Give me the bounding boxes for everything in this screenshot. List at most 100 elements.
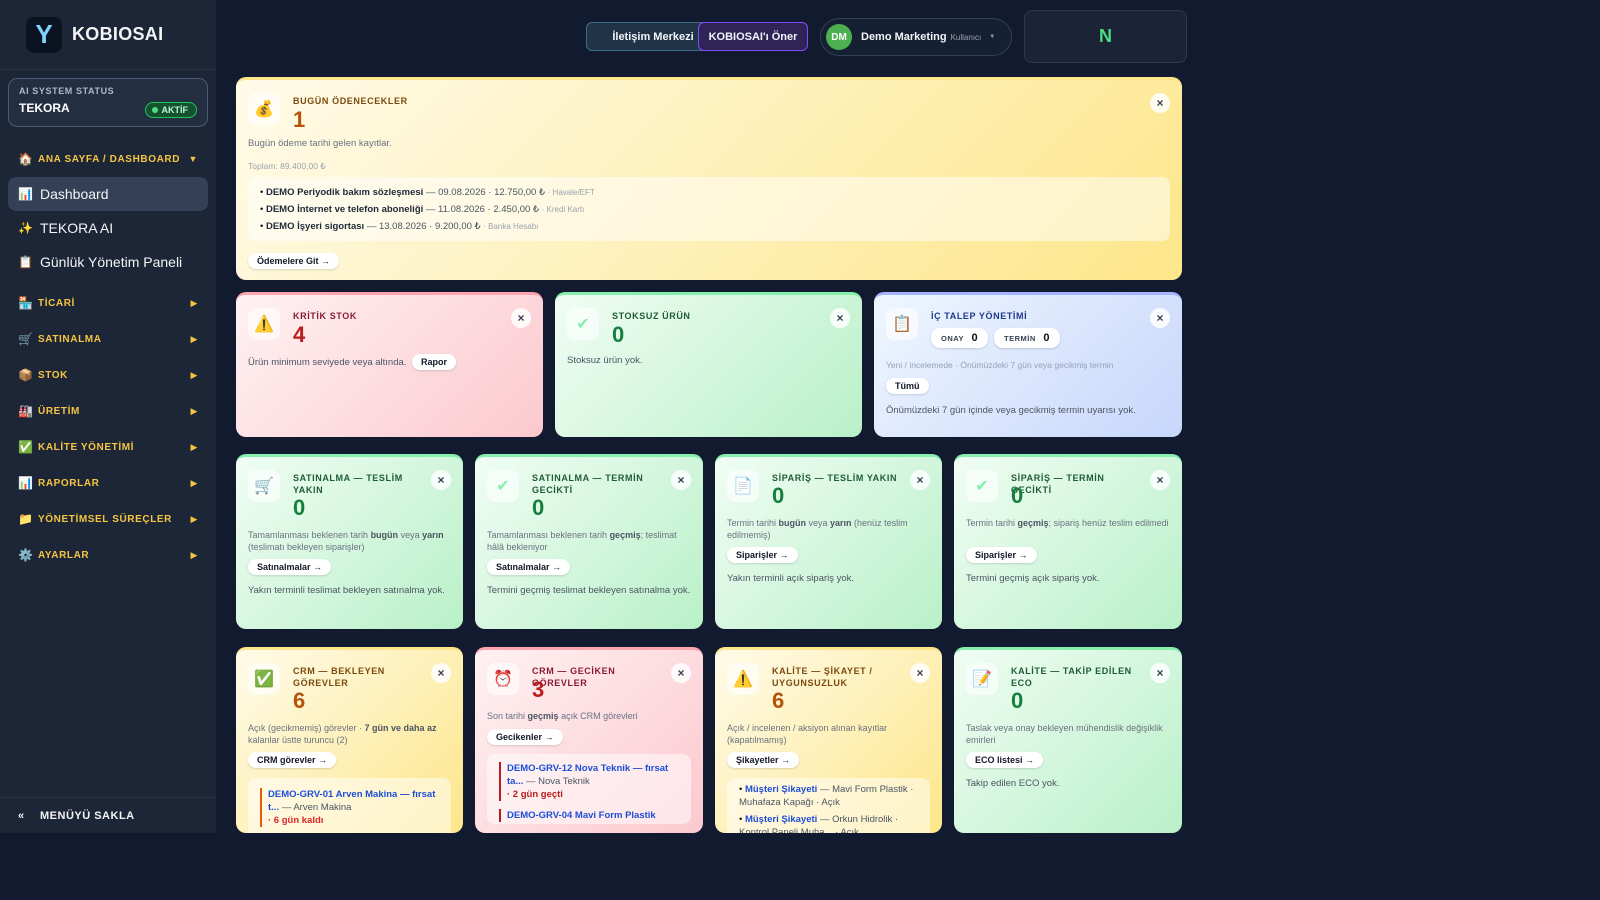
section-kalite[interactable]: ✅ KALİTE YÖNETİMİ ▶ <box>0 429 216 465</box>
section-satinalma[interactable]: 🛒 SATINALMA ▶ <box>0 321 216 357</box>
deadline-badge: TERMİN 0 <box>994 328 1060 348</box>
nav-item-dashboard[interactable]: 📊 Dashboard <box>8 177 208 211</box>
card-message: Yakın terminli açık sipariş yok. <box>727 573 855 584</box>
task-item[interactable]: DEMO-GRV-04 Mavi Form Plastik <box>499 809 683 822</box>
section-ticari[interactable]: 🏪 TİCARİ ▶ <box>0 285 216 321</box>
purchases-button[interactable]: Satınalmalar → <box>487 559 571 575</box>
section-uretim[interactable]: 🏭 ÜRETİM ▶ <box>0 393 216 429</box>
approval-badge: ONAY 0 <box>931 328 989 348</box>
card-description: Stoksuz ürün yok. <box>567 355 643 366</box>
card-title: KRİTİK STOK <box>293 311 357 321</box>
chart-icon: 📊 <box>18 187 33 201</box>
task-item[interactable]: DEMO-GRV-12 Nova Teknik — fırsat ta... —… <box>499 762 683 801</box>
orders-button[interactable]: Siparişler → <box>727 547 798 563</box>
eco-list-button[interactable]: ECO listesi → <box>966 752 1044 768</box>
money-bag-icon: 💰 <box>248 93 280 125</box>
notification-box[interactable]: N <box>1024 10 1187 63</box>
crm-late-card: ⏰ CRM — GECİKEN GÖREVLER 3 × Son tarihi … <box>475 647 703 833</box>
list-item[interactable]: Müşteri Şikayeti — Mavi Form Plastik · M… <box>739 783 918 809</box>
card-count: 0 <box>293 495 306 520</box>
status-badge-label: AKTİF <box>161 105 189 115</box>
card-title: KALİTE — ŞİKAYET / UYGUNSUZLUK <box>772 666 873 688</box>
purchase-late-card: ✔ SATINALMA — TERMİN GECİKTİ 0 × Tamamla… <box>475 454 703 629</box>
close-icon[interactable]: × <box>1150 93 1170 113</box>
close-icon[interactable]: × <box>671 663 691 683</box>
logo[interactable]: Y KOBIOSAI <box>0 0 216 70</box>
close-icon[interactable]: × <box>671 470 691 490</box>
late-tasks-button[interactable]: Gecikenler → <box>487 729 563 745</box>
section-label: YÖNETİMSEL SÜREÇLER <box>38 513 173 525</box>
close-icon[interactable]: × <box>910 470 930 490</box>
warning-icon: ⚠️ <box>248 308 280 340</box>
section-stok[interactable]: 📦 STOK ▶ <box>0 357 216 393</box>
card-count: 0 <box>772 483 785 508</box>
section-dashboard[interactable]: 🏠 ANA SAYFA / DASHBOARD ▼ <box>0 141 216 177</box>
card-description: Bugün ödeme tarihi gelen kayıtlar. <box>248 138 392 149</box>
folder-icon: 📁 <box>18 512 34 526</box>
complaints-button[interactable]: Şikayetler → <box>727 752 800 768</box>
app-name: KOBIOSAI <box>72 24 164 44</box>
close-icon[interactable]: × <box>830 308 850 328</box>
double-chevron-left-icon: « <box>18 809 25 822</box>
card-description: Yeni / incelemede · Önümüzdeki 7 gün vey… <box>886 360 1114 370</box>
section-ayarlar[interactable]: ⚙️ AYARLAR ▶ <box>0 537 216 573</box>
nav-item-tekora-ai[interactable]: ✨ TEKORA AI <box>8 211 208 245</box>
section-label: RAPORLAR <box>38 477 100 489</box>
alarm-clock-icon: ⏰ <box>487 663 519 695</box>
collapse-menu-button[interactable]: « MENÜYÜ SAKLA <box>0 797 216 833</box>
avatar: DM <box>826 24 852 50</box>
close-icon[interactable]: × <box>1150 470 1170 490</box>
checkmark-icon: ✔ <box>966 470 998 502</box>
card-title: STOKSUZ ÜRÜN <box>612 311 691 321</box>
quality-eco-card: 📝 KALİTE — TAKİP EDİLEN ECO 0 × Taslak v… <box>954 647 1182 833</box>
ai-status-panel: AI SYSTEM STATUS TEKORA AKTİF <box>8 78 208 127</box>
caret-right-icon: ▶ <box>190 405 198 416</box>
close-icon[interactable]: × <box>431 470 451 490</box>
card-count: 1 <box>293 107 306 132</box>
all-button[interactable]: Tümü <box>886 378 929 394</box>
document-icon: 📄 <box>727 470 759 502</box>
sidebar: Y KOBIOSAI AI SYSTEM STATUS TEKORA AKTİF… <box>0 0 216 833</box>
nav-item-label: Dashboard <box>40 186 109 202</box>
card-title: KALİTE — TAKİP EDİLEN ECO <box>1011 666 1132 688</box>
section-yonetimsel[interactable]: 📁 YÖNETİMSEL SÜREÇLER ▶ <box>0 501 216 537</box>
caret-right-icon: ▶ <box>190 513 198 524</box>
task-item[interactable]: DEMO-GRV-01 Arven Makina — fırsat t... —… <box>260 788 443 827</box>
go-payments-button[interactable]: Ödemelere Git → <box>248 253 340 269</box>
crm-tasks-button[interactable]: CRM görevler → <box>248 752 337 768</box>
close-icon[interactable]: × <box>511 308 531 328</box>
section-raporlar[interactable]: 📊 RAPORLAR ▶ <box>0 465 216 501</box>
cart-icon: 🛒 <box>18 332 34 346</box>
caret-down-icon: ▼ <box>188 154 198 164</box>
memo-icon: 📝 <box>966 663 998 695</box>
recommend-button[interactable]: KOBIOSAI'ı Öner <box>698 22 808 51</box>
card-count: 0 <box>1011 483 1024 508</box>
card-message: Termini geçmiş teslimat bekleyen satınal… <box>487 585 691 596</box>
nav-item-daily-panel[interactable]: 📋 Günlük Yönetim Paneli <box>8 245 208 279</box>
card-count: 0 <box>1011 688 1024 713</box>
purchases-button[interactable]: Satınalmalar → <box>248 559 332 575</box>
status-dot-icon <box>151 107 158 113</box>
close-icon[interactable]: × <box>910 663 930 683</box>
status-badge: AKTİF <box>144 102 197 118</box>
report-button[interactable]: Rapor <box>412 354 457 370</box>
close-icon[interactable]: × <box>1150 663 1170 683</box>
list-item[interactable]: Müşteri Şikayeti — Orkun Hidrolik · Kont… <box>739 813 918 833</box>
card-count: 0 <box>532 495 545 520</box>
clipboard-icon: 📋 <box>18 255 33 269</box>
collapse-label: MENÜYÜ SAKLA <box>40 809 135 822</box>
close-icon[interactable]: × <box>431 663 451 683</box>
card-description: Açık / incelenen / aksiyon alınan kayıtl… <box>727 723 888 745</box>
user-menu[interactable]: DM Demo Marketing Kullanıcı ▼ <box>820 18 1012 56</box>
card-description: Taslak veya onay bekleyen mühendislik de… <box>966 723 1163 745</box>
close-icon[interactable]: × <box>1150 308 1170 328</box>
card-title: SATINALMA — TERMİN GECİKTİ <box>532 473 644 495</box>
gear-icon: ⚙️ <box>18 548 34 562</box>
complaint-list: Müşteri Şikayeti — Mavi Form Plastik · M… <box>727 778 930 833</box>
card-message: Takip edilen ECO yok. <box>966 778 1060 789</box>
purchase-delivery-card: 🛒 SATINALMA — TESLİM YAKIN 0 × Tamamlanm… <box>236 454 463 629</box>
logo-icon: Y <box>26 16 62 53</box>
box-icon: 📦 <box>18 368 34 382</box>
card-description: Tamamlanması beklenen tarih geçmiş; tesl… <box>487 530 677 552</box>
orders-button[interactable]: Siparişler → <box>966 547 1037 563</box>
